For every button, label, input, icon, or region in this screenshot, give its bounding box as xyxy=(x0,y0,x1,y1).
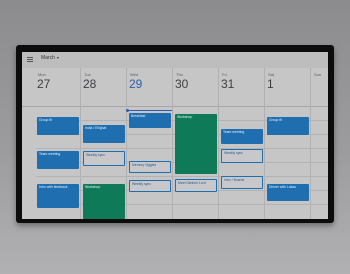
month-label: March xyxy=(41,55,55,61)
day-header-fri[interactable]: Fri 31 xyxy=(220,68,264,106)
time-gutter xyxy=(22,106,36,219)
event-card[interactable]: Intro / Boardx xyxy=(221,176,263,189)
event-card[interactable]: Weekly sync xyxy=(129,180,171,192)
month-selector[interactable]: March ▾ xyxy=(41,55,59,61)
day-header-tue[interactable]: Tue 28 xyxy=(82,68,126,106)
day-header-mon[interactable]: Mon 27 xyxy=(36,68,80,106)
event-card[interactable]: Weekly sync xyxy=(83,151,125,166)
event-title: India / Eilighat xyxy=(85,126,107,130)
event-card[interactable]: Dinner with Lukas xyxy=(267,184,309,201)
day-number: 1 xyxy=(267,77,274,91)
week-header: Mon 27 Tue 28 Wed 29 Thu 30 Fri 31 Sat 1… xyxy=(22,68,328,107)
day-header-thu[interactable]: Thu 30 xyxy=(174,68,218,106)
calendar-app: March ▾ Mon 27 Tue 28 Wed 29 Thu 30 Fri 3… xyxy=(22,52,328,219)
hour-line xyxy=(36,204,328,205)
day-header-sun[interactable]: Sun xyxy=(312,68,328,106)
event-title: Meet Dietrich Lord xyxy=(178,181,206,185)
event-card[interactable]: Weekly sync xyxy=(221,149,263,163)
event-title: Workshop xyxy=(85,185,101,189)
event-card[interactable]: Meet Dietrich Lord xyxy=(175,179,217,192)
event-title: Weekly sync xyxy=(86,153,105,157)
event-card[interactable]: Memory Viggies xyxy=(129,161,171,173)
chevron-down-icon: ▾ xyxy=(56,55,59,60)
event-card[interactable]: Team meeting xyxy=(37,151,79,169)
time-grid[interactable]: Group fit Team meeting Intro with feedba… xyxy=(22,106,328,219)
day-number: 30 xyxy=(175,77,189,91)
day-number: 27 xyxy=(37,77,51,91)
event-card[interactable]: Workshop xyxy=(83,184,125,219)
current-time-line xyxy=(128,110,172,111)
day-of-week: Sun xyxy=(314,72,322,77)
event-title: Dinner with Lukas xyxy=(269,185,296,189)
event-card[interactable]: Group fit xyxy=(267,117,309,135)
event-title: Intro / Boardx xyxy=(224,178,245,182)
calendar-toolbar: March ▾ xyxy=(22,52,328,68)
day-header-sat[interactable]: Sat 1 xyxy=(266,68,310,106)
hour-line xyxy=(36,176,328,177)
event-title: Intro with feedback xyxy=(39,185,68,189)
event-title: Team meeting xyxy=(39,152,61,156)
event-card[interactable]: Breakfast xyxy=(129,113,171,128)
event-card[interactable]: Group fit xyxy=(37,117,79,135)
event-card[interactable]: Intro with feedback xyxy=(37,184,79,208)
event-card[interactable]: India / Eilighat xyxy=(83,125,125,143)
day-number-today: 29 xyxy=(129,77,143,91)
event-title: Group fit xyxy=(269,118,283,122)
menu-icon[interactable] xyxy=(27,57,33,62)
event-title: Breakfast xyxy=(131,114,146,118)
event-title: Weekly sync xyxy=(224,151,243,155)
event-title: Group fit xyxy=(39,118,53,122)
day-number: 28 xyxy=(83,77,97,91)
day-number: 31 xyxy=(221,77,235,91)
event-title: Weekly sync xyxy=(132,182,151,186)
day-header-wed[interactable]: Wed 29 xyxy=(128,68,172,106)
event-title: Memory Viggies xyxy=(132,163,157,167)
event-card[interactable]: Workshop xyxy=(175,114,217,174)
event-card[interactable]: Team meeting xyxy=(221,129,263,144)
event-title: Team meeting xyxy=(223,130,245,134)
event-title: Workshop xyxy=(177,115,193,119)
